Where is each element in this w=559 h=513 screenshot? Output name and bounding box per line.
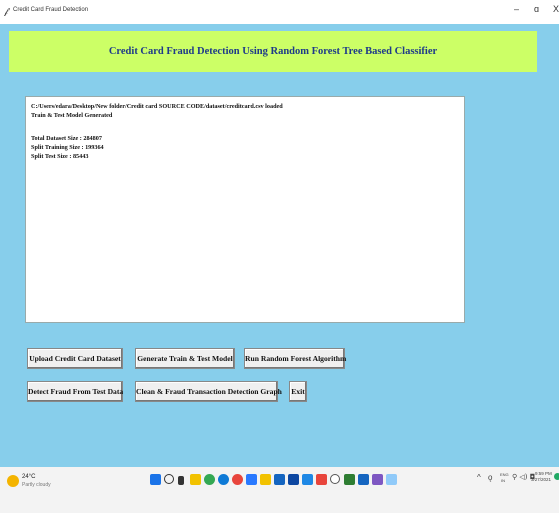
search-icon[interactable] (164, 474, 174, 484)
maximize-button[interactable]: ɑ (534, 4, 539, 14)
minimize-button[interactable]: – (514, 4, 519, 14)
close-button[interactable]: X (553, 4, 559, 14)
microphone-icon[interactable]: ǫ (488, 473, 492, 482)
mail-icon[interactable] (274, 474, 285, 485)
browser-icon[interactable] (316, 474, 327, 485)
notes-icon[interactable] (358, 474, 369, 485)
output-line: C:/Users/edara/Desktop/New folder/Credit… (31, 103, 283, 110)
taskbar: 24°C Partly cloudy ^ ǫ ENG IN ⚲ ◁) ◘ 9:5… (0, 467, 559, 513)
app-icon[interactable] (232, 474, 243, 485)
start-icon[interactable] (150, 474, 161, 485)
chevron-up-icon[interactable]: ^ (477, 473, 481, 482)
paint-icon[interactable] (372, 474, 383, 485)
weather-description: Partly cloudy (22, 482, 51, 488)
task-view-icon[interactable] (178, 476, 184, 485)
weather-icon[interactable] (7, 475, 19, 487)
settings-icon[interactable] (288, 474, 299, 485)
office-icon[interactable] (302, 474, 313, 485)
upload-dataset-button[interactable]: Upload Credit Card Dataset (27, 348, 123, 369)
circle-icon[interactable] (330, 474, 340, 484)
page-title: Credit Card Fraud Detection Using Random… (108, 46, 438, 57)
output-line: Total Dataset Size : 284807 (31, 135, 102, 142)
weather-temperature: 24°C (22, 474, 36, 480)
language-indicator[interactable]: ENG (500, 472, 509, 477)
extra-icon[interactable] (386, 474, 397, 485)
detect-fraud-button[interactable]: Detect Fraud From Test Data (27, 381, 123, 402)
exit-button[interactable]: Exit (289, 381, 307, 402)
detection-graph-button[interactable]: Clean & Fraud Transaction Detection Grap… (135, 381, 282, 402)
clock-date[interactable]: 3/27/2021 (531, 477, 551, 482)
header-banner: Credit Card Fraud Detection Using Random… (9, 31, 537, 72)
edge-icon[interactable] (218, 474, 229, 485)
feather-app-icon: 𝒻 (4, 6, 9, 16)
output-line: Train & Test Model Generated (31, 112, 113, 119)
output-line: Split Test Size : 85443 (31, 153, 89, 160)
store-icon[interactable] (260, 474, 271, 485)
clock-time[interactable]: 9:59 PM (535, 471, 552, 476)
output-line: Split Training Size : 199364 (31, 144, 104, 151)
file-explorer-icon[interactable] (190, 474, 201, 485)
chrome-icon[interactable] (204, 474, 215, 485)
vscode-icon[interactable] (246, 474, 257, 485)
terminal-icon[interactable] (344, 474, 355, 485)
notification-icon[interactable] (554, 473, 559, 480)
title-bar: 𝒻 Credit Card Fraud Detection – ɑ X (0, 0, 559, 24)
generate-model-button[interactable]: Generate Train & Test Model (135, 348, 235, 369)
language-region: IN (501, 478, 505, 483)
run-random-forest-button[interactable]: Run Random Forest Algorithm (244, 348, 346, 369)
window-title: Credit Card Fraud Detection (13, 7, 89, 13)
output-text-area[interactable]: C:/Users/edara/Desktop/New folder/Credit… (25, 96, 465, 323)
